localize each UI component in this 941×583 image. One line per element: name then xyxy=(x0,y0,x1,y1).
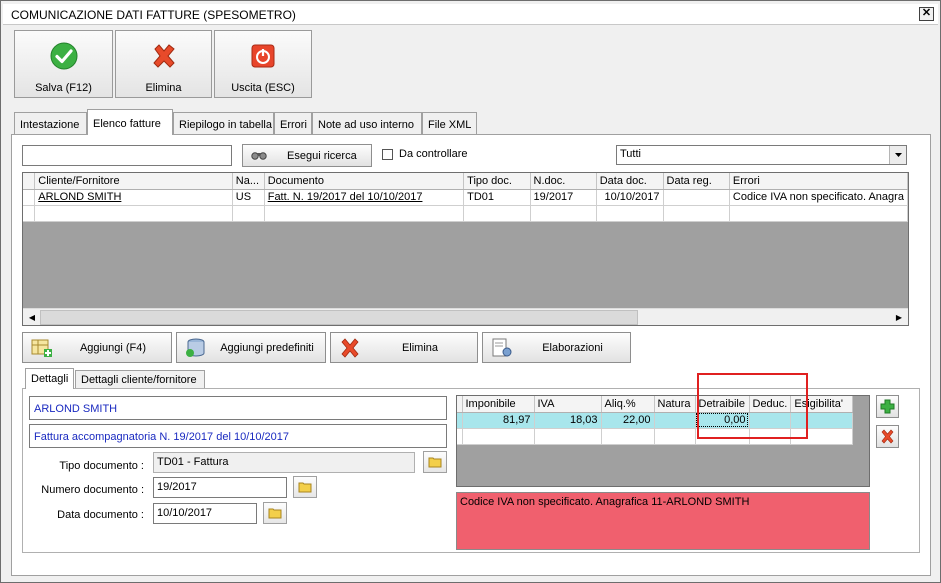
scroll-right-icon[interactable]: ▶ xyxy=(892,311,906,324)
scroll-thumb[interactable] xyxy=(40,310,638,325)
doc-type-browse-button[interactable] xyxy=(423,451,447,473)
database-icon xyxy=(186,338,205,357)
cell-data-doc[interactable]: 10/10/2017 xyxy=(596,189,664,206)
folder-icon xyxy=(268,508,282,519)
tab-dettagli-cliente[interactable]: Dettagli cliente/fornitore xyxy=(75,370,205,389)
highlight-box xyxy=(697,373,808,439)
delete-x-icon xyxy=(341,338,359,358)
col-header-data-reg[interactable]: Data reg. xyxy=(663,173,730,190)
cell-natura[interactable] xyxy=(654,412,696,429)
cell-na[interactable]: US xyxy=(232,189,265,206)
add-default-button-label: Aggiungi predefiniti xyxy=(220,342,314,354)
doc-date-field[interactable]: 10/10/2017 xyxy=(153,503,257,524)
tab-file-xml[interactable]: File XML xyxy=(422,112,477,135)
doc-number-browse-button[interactable] xyxy=(293,476,317,498)
exit-button[interactable]: Uscita (ESC) xyxy=(214,30,312,98)
invoices-grid: Cliente/Fornitore Na... Documento Tipo d… xyxy=(22,172,909,326)
col-header-aliq[interactable]: Aliq.% xyxy=(601,396,655,413)
party-field[interactable]: ARLOND SMITH xyxy=(29,396,447,420)
folder-icon xyxy=(428,457,442,468)
remove-vat-row-button[interactable] xyxy=(876,425,899,448)
title-bar: COMUNICAZIONE DATI FATTURE (SPESOMETRO) … xyxy=(3,4,938,25)
delete-x-icon xyxy=(152,44,175,68)
delete-label: Elimina xyxy=(145,82,182,94)
doc-date-browse-button[interactable] xyxy=(263,502,287,524)
col-header-errori[interactable]: Errori xyxy=(729,173,908,190)
doc-type-label: Tipo documento : xyxy=(59,460,144,472)
tab-dettagli[interactable]: Dettagli xyxy=(25,368,74,389)
doc-number-field[interactable]: 19/2017 xyxy=(153,477,287,498)
doc-date-label: Data documento : xyxy=(57,509,144,521)
elenco-fatture-panel: Esegui ricerca Da controllare Tutti Clie… xyxy=(11,134,931,576)
add-default-button[interactable]: Aggiungi predefiniti xyxy=(176,332,326,363)
col-header-data-doc[interactable]: Data doc. xyxy=(596,173,664,190)
table-row[interactable]: ARLOND SMITH US Fatt. N. 19/2017 del 10/… xyxy=(23,189,908,206)
row-selector[interactable] xyxy=(23,189,36,206)
binoculars-icon xyxy=(251,152,267,160)
invoices-table: Cliente/Fornitore Na... Documento Tipo d… xyxy=(23,173,908,222)
cell-iva[interactable]: 18,03 xyxy=(534,412,602,429)
filter-select[interactable]: Tutti xyxy=(616,145,907,165)
tab-note[interactable]: Note ad uso interno xyxy=(312,112,422,135)
cell-cliente[interactable]: ARLOND SMITH xyxy=(34,189,233,206)
invoices-header-row: Cliente/Fornitore Na... Documento Tipo d… xyxy=(23,173,908,190)
search-button-label: Esegui ricerca xyxy=(287,150,357,162)
delete-x-icon xyxy=(881,429,894,444)
tab-elenco-fatture[interactable]: Elenco fatture xyxy=(87,109,173,135)
chevron-down-icon[interactable] xyxy=(889,146,906,164)
table-row-empty[interactable] xyxy=(23,205,908,222)
col-header-documento[interactable]: Documento xyxy=(264,173,465,190)
col-header-ndoc[interactable]: N.doc. xyxy=(530,173,597,190)
main-window: COMUNICAZIONE DATI FATTURE (SPESOMETRO) … xyxy=(0,0,941,583)
add-button[interactable]: Aggiungi (F4) xyxy=(22,332,172,363)
delete-row-button[interactable]: Elimina xyxy=(330,332,478,363)
doc-number-label: Numero documento : xyxy=(41,484,144,496)
power-icon xyxy=(251,44,275,68)
search-button[interactable]: Esegui ricerca xyxy=(242,144,372,167)
errors-box: Codice IVA non specificato. Anagrafica 1… xyxy=(456,492,870,550)
close-button[interactable]: ✕ xyxy=(919,7,934,21)
save-label: Salva (F12) xyxy=(35,82,92,94)
cell-documento[interactable]: Fatt. N. 19/2017 del 10/10/2017 xyxy=(264,189,465,206)
scroll-left-icon[interactable]: ◀ xyxy=(25,311,39,324)
col-header-natura[interactable]: Natura xyxy=(654,396,696,413)
cell-aliq[interactable]: 22,00 xyxy=(601,412,655,429)
process-icon xyxy=(492,338,512,357)
invoices-hscrollbar[interactable]: ◀ ▶ xyxy=(23,308,908,325)
doc-type-field[interactable]: TD01 - Fattura xyxy=(153,452,415,473)
filter-select-value: Tutti xyxy=(620,148,641,160)
col-header-iva[interactable]: IVA xyxy=(534,396,602,413)
row-selector-header xyxy=(23,173,36,190)
tab-intestazione[interactable]: Intestazione xyxy=(14,112,87,135)
description-field[interactable]: Fattura accompagnatoria N. 19/2017 del 1… xyxy=(29,424,447,448)
cell-data-reg[interactable] xyxy=(663,189,730,206)
cell-imponibile[interactable]: 81,97 xyxy=(462,412,535,429)
da-controllare-checkbox[interactable] xyxy=(382,149,393,160)
col-header-cliente[interactable]: Cliente/Fornitore xyxy=(34,173,233,190)
tab-riepilogo[interactable]: Riepilogo in tabella xyxy=(173,112,274,135)
save-button[interactable]: Salva (F12) xyxy=(14,30,113,98)
add-button-label: Aggiungi (F4) xyxy=(79,342,147,354)
add-row-icon xyxy=(31,339,52,357)
delete-button[interactable]: Elimina xyxy=(115,30,212,98)
process-button-label: Elaborazioni xyxy=(542,342,603,354)
window-title: COMUNICAZIONE DATI FATTURE (SPESOMETRO) xyxy=(11,8,296,22)
tab-errori[interactable]: Errori xyxy=(274,112,312,135)
search-input[interactable] xyxy=(22,145,232,166)
delete-row-button-label: Elimina xyxy=(401,342,439,354)
check-icon xyxy=(50,42,77,70)
process-button[interactable]: Elaborazioni xyxy=(482,332,631,363)
add-vat-row-button[interactable] xyxy=(876,395,899,418)
exit-label: Uscita (ESC) xyxy=(231,82,295,94)
col-header-tipo[interactable]: Tipo doc. xyxy=(463,173,531,190)
folder-icon xyxy=(298,482,312,493)
col-header-imponibile[interactable]: Imponibile xyxy=(462,396,535,413)
cell-ndoc[interactable]: 19/2017 xyxy=(530,189,597,206)
cell-errori[interactable]: Codice IVA non specificato. Anagra xyxy=(729,189,908,206)
col-header-na[interactable]: Na... xyxy=(232,173,265,190)
da-controllare-label: Da controllare xyxy=(399,148,468,160)
plus-icon xyxy=(880,399,895,414)
cell-tipo[interactable]: TD01 xyxy=(463,189,531,206)
